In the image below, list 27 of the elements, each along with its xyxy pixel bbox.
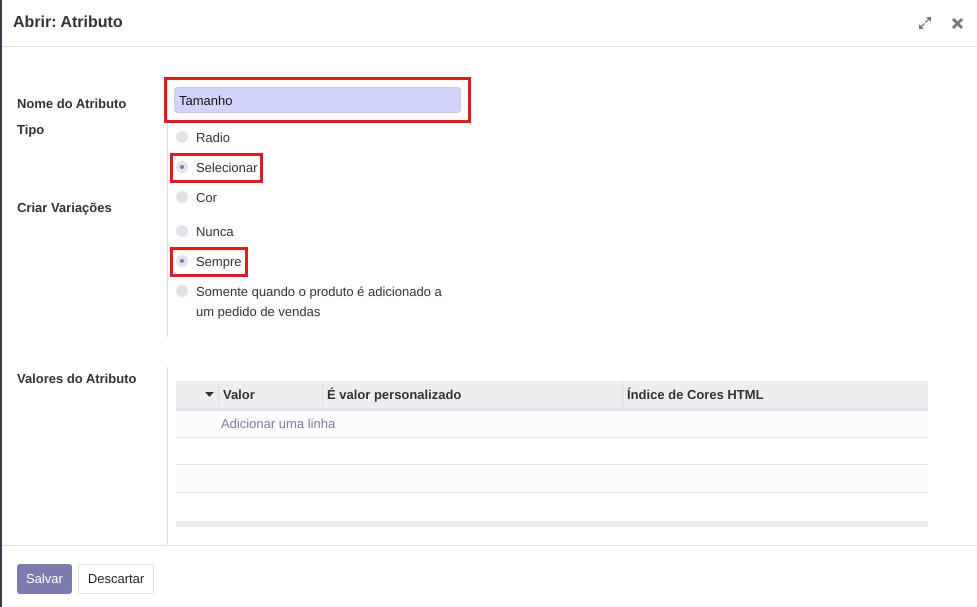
radio-label: Sempre [196, 253, 242, 271]
column-header[interactable]: É valor personalizado [327, 384, 462, 404]
radio-label: Cor [196, 189, 217, 207]
column-header[interactable]: Índice de Cores HTML [627, 384, 764, 404]
name-input[interactable]: Tamanho [174, 87, 461, 113]
column-header[interactable]: Valor [223, 384, 255, 404]
radio-button[interactable] [176, 191, 188, 203]
close-icon[interactable] [951, 16, 964, 30]
field-label: Nome do Atributo [17, 95, 128, 113]
field-label: Criar Variações [17, 199, 113, 217]
radio-button[interactable] [176, 131, 188, 143]
radio-label: Selecionar [196, 159, 258, 177]
radio-button[interactable] [176, 225, 188, 237]
radio-label: Somente quando o produto é adicionado a um pedido de vendas [196, 283, 443, 321]
field-label: Valores do Atributo [17, 371, 136, 386]
discard-button[interactable]: Descartar [78, 564, 154, 594]
save-button[interactable]: Salvar [17, 564, 72, 594]
expand-icon[interactable] [917, 15, 933, 31]
radio-button[interactable] [176, 255, 188, 267]
add-line-link[interactable]: Adicionar uma linha [221, 414, 336, 434]
radio-button[interactable] [176, 285, 188, 297]
dialog-title: Abrir: Atributo [13, 13, 123, 33]
radio-label: Nunca [196, 223, 234, 241]
radio-button[interactable] [176, 161, 188, 173]
field-label: Tipo [17, 121, 46, 139]
caret-icon[interactable] [205, 392, 214, 397]
radio-label: Radio [196, 129, 230, 147]
